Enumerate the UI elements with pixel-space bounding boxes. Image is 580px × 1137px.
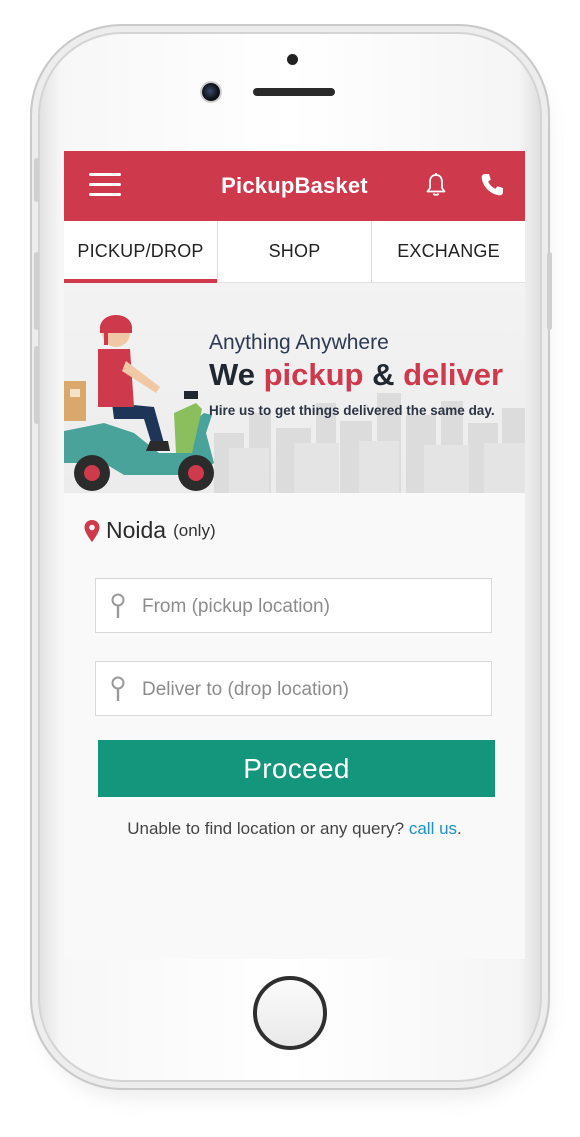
headline-ampersand: &	[372, 357, 395, 392]
banner-subtext: Hire us to get things delivered the same…	[209, 403, 495, 418]
banner-headline: We pickup & deliver	[209, 357, 503, 393]
banner-tagline: Anything Anywhere	[209, 331, 389, 354]
help-message: Unable to find location or any query?	[127, 819, 409, 838]
app-title: PickupBasket	[221, 173, 368, 198]
mute-switch	[34, 158, 39, 202]
city-note: (only)	[173, 520, 216, 540]
headline-word-deliver: deliver	[403, 357, 504, 392]
power-button	[547, 252, 552, 330]
bell-icon[interactable]	[422, 171, 450, 199]
tab-exchange[interactable]: EXCHANGE	[372, 221, 525, 282]
front-camera	[202, 83, 220, 101]
drop-location-input[interactable]	[140, 670, 484, 709]
home-button[interactable]	[253, 976, 327, 1050]
phone-icon[interactable]	[478, 171, 506, 199]
pin-outline-icon	[111, 593, 125, 618]
proceed-button[interactable]: Proceed	[98, 740, 495, 797]
proximity-sensor	[287, 54, 298, 65]
pickup-location-field[interactable]	[95, 578, 492, 633]
promo-banner: Anything Anywhere We pickup & deliver Hi…	[64, 283, 525, 493]
app-header: PickupBasket	[64, 151, 525, 221]
headline-word-we: We	[209, 357, 255, 392]
city-name: Noida	[106, 517, 167, 543]
volume-down-button	[34, 346, 39, 424]
help-suffix: .	[457, 819, 462, 838]
app-screen: PickupBasket PICKUP/DROP SHOP EXCHANGE A…	[64, 151, 525, 959]
tab-shop[interactable]: SHOP	[218, 221, 372, 282]
drop-location-field[interactable]	[95, 661, 492, 716]
volume-up-button	[34, 252, 39, 330]
pickup-location-input[interactable]	[140, 587, 484, 626]
service-city: Noida (only)	[84, 517, 216, 544]
pin-outline-icon	[111, 676, 125, 701]
tab-bar: PICKUP/DROP SHOP EXCHANGE	[64, 221, 525, 283]
earpiece-speaker	[253, 88, 335, 96]
help-text: Unable to find location or any query? ca…	[64, 819, 525, 839]
tab-pickup-drop[interactable]: PICKUP/DROP	[64, 221, 218, 283]
headline-word-pickup: pickup	[263, 357, 364, 392]
call-us-link[interactable]: call us	[409, 819, 457, 838]
location-pin-icon	[84, 519, 100, 542]
